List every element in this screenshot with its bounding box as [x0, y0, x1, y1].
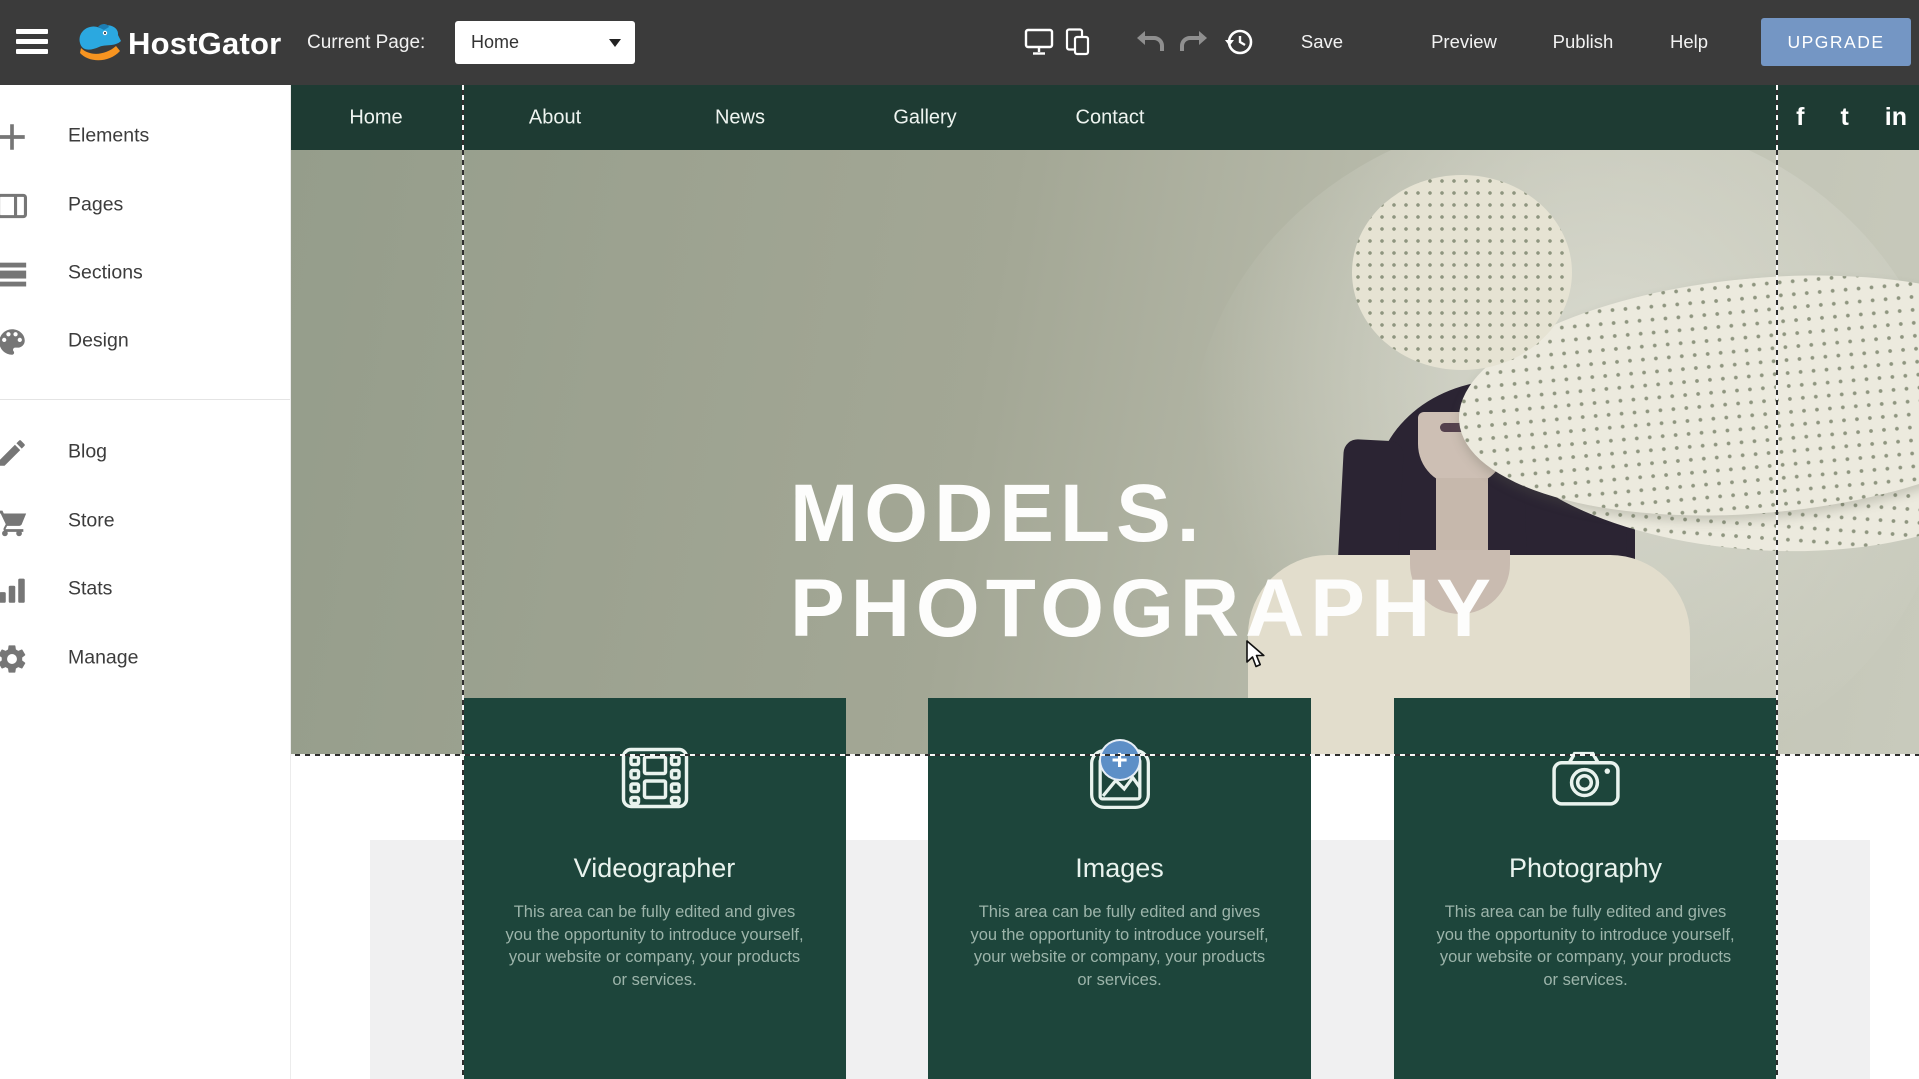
history-icon[interactable]: [1224, 27, 1254, 57]
section-guide-right: [1776, 85, 1778, 1079]
add-image-badge-icon[interactable]: +: [1099, 739, 1141, 781]
facebook-icon[interactable]: f: [1796, 105, 1804, 130]
section-guide-left: [462, 85, 464, 1079]
current-page-label: Current Page:: [307, 32, 425, 54]
hero-section: MODELS. PHOTOGRAPHY: [290, 150, 1919, 755]
card-title[interactable]: Videographer: [463, 853, 846, 884]
builder-sidebar: Elements Pages Sections: [0, 85, 291, 1079]
undo-icon[interactable]: [1136, 30, 1164, 54]
help-button[interactable]: Help: [1670, 31, 1708, 53]
chevron-down-icon: [609, 39, 621, 47]
sidebar-item-design[interactable]: Design: [0, 321, 290, 361]
publish-button[interactable]: Publish: [1553, 31, 1614, 53]
sidebar-divider: [0, 399, 290, 400]
sidebar-item-elements[interactable]: Elements: [0, 116, 290, 156]
hero-title-line2: PHOTOGRAPHY: [790, 561, 1497, 656]
card-body[interactable]: This area can be fully edited and gives …: [969, 901, 1271, 991]
app-window: HostGator Current Page: Home: [0, 0, 1919, 1079]
page-select-dropdown[interactable]: Home: [455, 21, 635, 64]
sidebar-item-pages[interactable]: Pages: [0, 185, 290, 225]
card-body[interactable]: This area can be fully edited and gives …: [1435, 901, 1737, 991]
sidebar-item-blog[interactable]: Blog: [0, 432, 290, 472]
model-hat-crown: [1352, 175, 1572, 370]
site-navbar: Home About News Gallery Contact f t in: [290, 85, 1919, 150]
pages-icon: [0, 189, 29, 223]
card-title[interactable]: Photography: [1394, 853, 1777, 884]
site-nav-gallery[interactable]: Gallery: [893, 106, 956, 129]
section-guide-bottom: [290, 754, 1919, 756]
mobile-view-icon[interactable]: [1064, 28, 1092, 56]
gear-icon: [0, 642, 29, 676]
page-select-value: Home: [471, 32, 519, 53]
brand-name: HostGator: [128, 26, 281, 62]
site-nav-news[interactable]: News: [715, 106, 765, 129]
upgrade-button[interactable]: UPGRADE: [1761, 18, 1911, 66]
site-nav-contact[interactable]: Contact: [1076, 106, 1145, 129]
mouse-cursor: [1246, 640, 1272, 670]
preview-button[interactable]: Preview: [1431, 31, 1497, 53]
redo-icon[interactable]: [1180, 30, 1208, 54]
site-nav-about[interactable]: About: [529, 106, 581, 129]
hamburger-menu-icon[interactable]: [16, 29, 48, 55]
palette-icon: [0, 325, 29, 359]
plus-icon: [0, 120, 29, 154]
linkedin-icon[interactable]: in: [1885, 105, 1907, 130]
hostgator-logo-icon: [74, 21, 124, 67]
sidebar-item-sections[interactable]: Sections: [0, 253, 290, 293]
card-title[interactable]: Images: [928, 853, 1311, 884]
card-body[interactable]: This area can be fully edited and gives …: [504, 901, 806, 991]
top-toolbar: HostGator Current Page: Home: [0, 0, 1919, 85]
sidebar-item-stats[interactable]: Stats: [0, 569, 290, 609]
site-nav-home[interactable]: Home: [349, 106, 402, 129]
sections-icon: [0, 257, 29, 291]
twitter-icon[interactable]: t: [1840, 105, 1848, 130]
desktop-view-icon[interactable]: [1024, 28, 1054, 56]
social-links: f t in: [1796, 85, 1907, 150]
save-button[interactable]: Save: [1301, 31, 1343, 53]
hero-title-line1: MODELS.: [790, 466, 1497, 561]
stats-icon: [0, 573, 29, 607]
sidebar-item-store[interactable]: Store: [0, 501, 290, 541]
hero-title[interactable]: MODELS. PHOTOGRAPHY: [790, 466, 1497, 656]
sidebar-item-manage[interactable]: Manage: [0, 638, 290, 678]
cart-icon: [0, 505, 29, 539]
pencil-icon: [0, 436, 29, 470]
